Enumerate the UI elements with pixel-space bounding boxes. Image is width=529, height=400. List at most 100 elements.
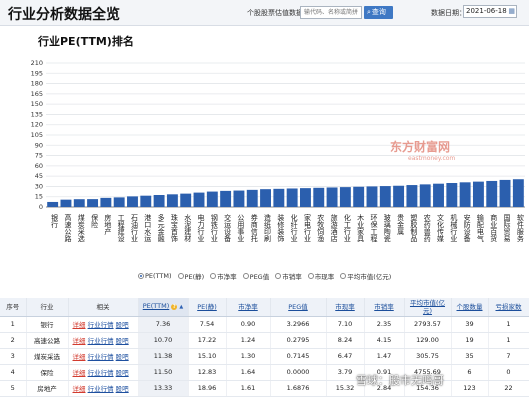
x-tick-label: 煤炭采选 [77,213,85,243]
x-tick-label: 塑胶制品 [410,213,418,243]
bar[interactable] [127,196,138,207]
bar[interactable] [260,189,271,207]
bar[interactable] [193,192,205,207]
x-tick-label: 工程建设 [117,214,125,243]
x-tick-label: 珠宝首饰 [170,213,178,243]
stock-search-input[interactable] [300,6,362,19]
bar[interactable] [206,191,218,207]
cell-related-links: 详细 行业行情 股吧 [68,332,139,349]
bar[interactable] [246,189,258,207]
cell-peg: 0.2795 [270,332,327,349]
bar[interactable] [220,190,232,207]
bar[interactable] [87,199,99,207]
radio-peg[interactable]: PEG值 [242,271,269,281]
bar[interactable] [73,199,85,207]
bar[interactable] [406,185,418,207]
col-pe-ttm[interactable]: PE(TTM) ? ▲ [138,298,189,317]
col-ps[interactable]: 市销率 [364,298,405,317]
bar[interactable] [499,179,511,207]
x-tick-label: 输配电气 [476,213,484,242]
bar[interactable] [113,197,125,207]
bar[interactable] [47,201,59,207]
forum-link[interactable]: 股吧 [116,337,129,345]
radio-avg-mktcap[interactable]: 平均市值(亿元) [340,271,391,281]
bar[interactable] [419,184,431,207]
bar[interactable] [166,194,178,207]
date-value: 2021-06-18 [466,7,507,15]
bar[interactable] [140,195,152,207]
bar[interactable] [433,183,444,207]
industry-quote-link[interactable]: 行业行情 [88,353,114,361]
bar[interactable] [180,193,192,207]
industry-data-table: 序号 行业 相关 PE(TTM) ? ▲ PE(静) 市净率 PEG值 市现率 … [0,298,529,397]
x-tick-label: 港口水运 [144,213,152,243]
industry-quote-link[interactable]: 行业行情 [88,369,114,377]
bar[interactable] [286,188,298,207]
radio-pb[interactable]: 市净率 [210,271,237,281]
x-tick-label: 玻璃陶瓷 [383,213,391,243]
radio-pe-ttm[interactable]: PE(TTM) [138,272,172,280]
help-icon[interactable]: ? [171,304,178,311]
radio-ps[interactable]: 市销率 [275,271,302,281]
bar[interactable] [446,183,458,207]
cell-pb: 1.64 [226,364,271,381]
radio-indicator [307,273,314,279]
cell-index: 3 [0,348,27,365]
col-stock-count[interactable]: 个股数量 [451,298,489,317]
query-button[interactable]: ⌕查询 [364,6,393,19]
cell-loss-count: 1 [488,332,529,349]
industry-quote-link[interactable]: 行业行情 [88,337,114,345]
col-pb[interactable]: 市净率 [226,298,271,317]
bar[interactable] [326,187,338,207]
forum-link[interactable]: 股吧 [116,321,129,329]
bar[interactable] [393,185,405,207]
bar[interactable] [459,182,471,207]
radio-indicator [138,273,144,279]
bar[interactable] [313,187,325,207]
detail-link[interactable]: 详细 [73,385,86,393]
radio-indicator [340,273,347,279]
col-avg-mktcap[interactable]: 平均市值(亿元) [404,298,452,317]
forum-link[interactable]: 股吧 [116,369,129,377]
radio-pe-static[interactable]: PE(静) [177,271,204,281]
cell-loss-count: 7 [488,348,529,365]
detail-link[interactable]: 详细 [73,321,86,329]
cell-pe-ttm: 7.36 [138,316,189,333]
forum-link[interactable]: 股吧 [116,353,129,361]
col-index: 序号 [0,298,27,317]
calendar-icon: ▦ [508,7,515,15]
bar[interactable] [339,187,351,207]
cell-related-links: 详细 行业行情 股吧 [68,316,139,333]
bar[interactable] [60,199,72,207]
radio-pcf[interactable]: 市现率 [307,271,334,281]
col-peg[interactable]: PEG值 [270,298,327,317]
cell-pb: 1.24 [226,332,271,349]
bar[interactable] [379,186,391,207]
detail-link[interactable]: 详细 [73,369,86,377]
detail-link[interactable]: 详细 [73,353,86,361]
industry-quote-link[interactable]: 行业行情 [88,385,114,393]
bar[interactable] [100,197,112,207]
bar[interactable] [300,188,311,207]
cell-industry: 煤炭采选 [26,348,69,365]
date-picker-field[interactable]: 2021-06-18 ▦ [463,5,517,18]
industry-quote-link[interactable]: 行业行情 [88,321,114,329]
bar[interactable] [353,186,365,207]
bar[interactable] [512,179,524,207]
detail-link[interactable]: 详细 [73,337,86,345]
bar[interactable] [233,190,245,207]
col-pe-static[interactable]: PE(静) [188,298,227,317]
bar[interactable] [273,188,285,207]
forum-link[interactable]: 股吧 [116,385,129,393]
x-tick-label: 旅游酒店 [330,213,338,243]
bar[interactable] [153,195,165,207]
col-pcf[interactable]: 市现率 [326,298,365,317]
cell-pe-ttm: 13.33 [138,380,189,397]
col-loss-count[interactable]: 亏损家数 [488,298,529,317]
bar[interactable] [486,180,498,207]
cell-loss-count: 0 [488,364,529,381]
bar[interactable] [472,181,484,207]
bar[interactable] [366,186,378,207]
x-tick-label: 木业家具 [357,213,365,243]
table-row: 2 高速公路 详细 行业行情 股吧 10.70 17.22 1.24 0.2795 8.24 4… [0,332,529,349]
